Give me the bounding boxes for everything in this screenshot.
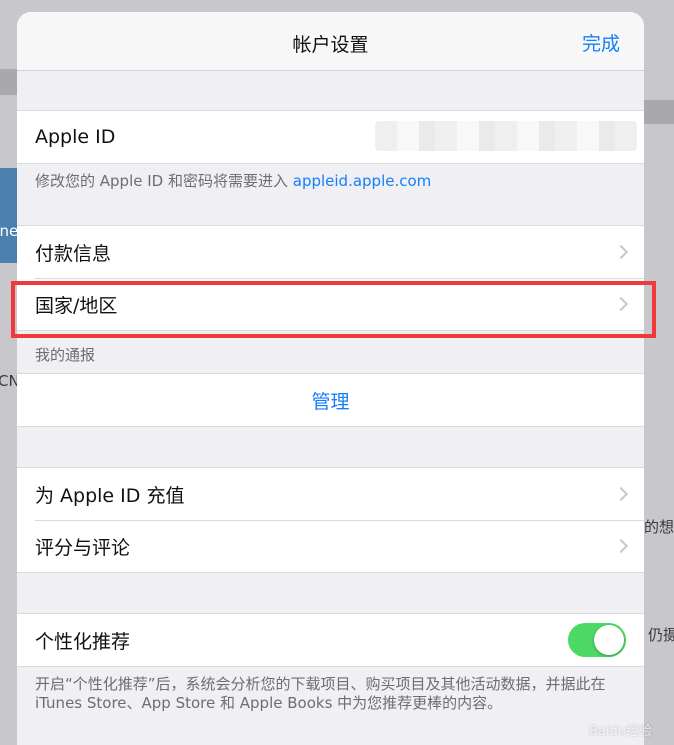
personalized-recommendations-row: 个性化推荐 <box>17 614 644 666</box>
personalized-recommendations-toggle[interactable] <box>568 623 626 657</box>
country-region-row[interactable]: 国家/地区 <box>17 278 644 330</box>
background-text: une <box>0 222 19 240</box>
personalized-recommendations-label: 个性化推荐 <box>35 630 131 653</box>
apple-id-label: Apple ID <box>35 126 116 148</box>
payment-info-label: 付款信息 <box>35 242 112 265</box>
apple-id-footnote: 修改您的 Apple ID 和密码将需要进入 appleid.apple.com <box>17 164 644 225</box>
chevron-right-icon <box>613 244 629 260</box>
chevron-right-icon <box>613 486 629 502</box>
add-funds-row[interactable]: 为 Apple ID 充值 <box>17 468 644 520</box>
payment-group: 付款信息 国家/地区 <box>17 225 644 331</box>
manage-button[interactable]: 管理 <box>17 374 644 426</box>
payment-info-row[interactable]: 付款信息 <box>17 226 644 278</box>
ratings-reviews-label: 评分与评论 <box>35 536 131 559</box>
background-text: 仍摄 <box>648 626 674 644</box>
watermark-logo: Baidu经验 <box>589 724 652 739</box>
apple-id-group: Apple ID <box>17 110 644 164</box>
subscriptions-group: 管理 <box>17 373 644 427</box>
done-button[interactable]: 完成 <box>582 29 620 56</box>
account-settings-sheet: 帐户设置 完成 Apple ID 修改您的 Apple ID 和密码将需要进入 … <box>17 12 644 745</box>
navigation-bar: 帐户设置 完成 <box>17 12 644 71</box>
country-region-label: 国家/地区 <box>35 294 118 317</box>
personalization-footnote: 开启“个性化推荐”后，系统会分析您的下载项目、购买项目及其他活动数据，并据此在 … <box>35 675 606 712</box>
background-text: 的想法 <box>644 518 674 536</box>
add-funds-label: 为 Apple ID 充值 <box>35 484 185 507</box>
actions-group: 为 Apple ID 充值 评分与评论 <box>17 467 644 573</box>
appleid-link[interactable]: appleid.apple.com <box>293 172 432 190</box>
subscriptions-header: 我的通报 <box>35 346 96 364</box>
page-title: 帐户设置 <box>292 34 369 56</box>
background-banner <box>0 168 17 263</box>
background-divider <box>0 69 17 95</box>
personalization-group: 个性化推荐 <box>17 613 644 667</box>
apple-id-row[interactable]: Apple ID <box>17 111 644 163</box>
toggle-knob <box>594 625 624 655</box>
redacted-account-email <box>375 121 637 151</box>
chevron-right-icon <box>613 296 629 312</box>
background-divider <box>644 100 674 124</box>
apple-id-footnote-text: 修改您的 Apple ID 和密码将需要进入 <box>35 172 293 190</box>
ratings-reviews-row[interactable]: 评分与评论 <box>17 520 644 572</box>
chevron-right-icon <box>613 538 629 554</box>
